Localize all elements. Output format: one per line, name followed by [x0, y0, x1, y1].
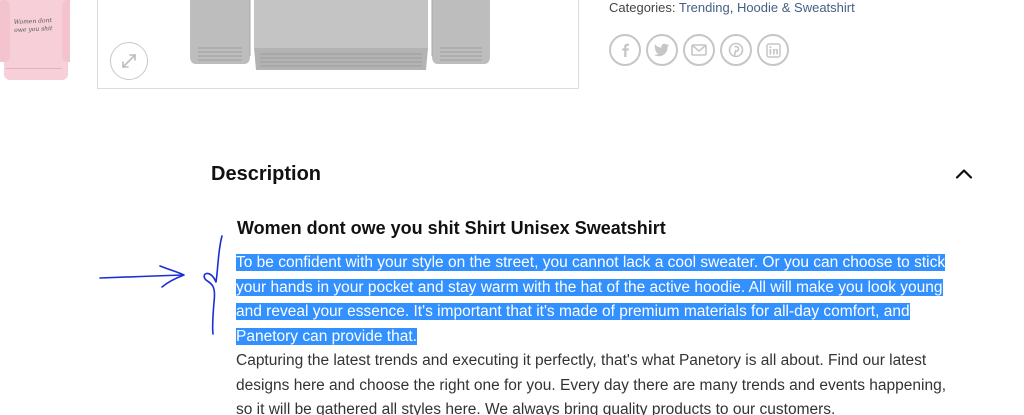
hand-drawn-annotation	[99, 235, 223, 335]
description-tab-title[interactable]: Description	[211, 163, 321, 186]
arrow-head	[159, 265, 185, 288]
description-toggle[interactable]	[952, 163, 976, 183]
categories-label: Categories:	[609, 0, 676, 15]
zoom-button[interactable]	[110, 42, 148, 80]
category-link-trending[interactable]: Trending	[679, 0, 730, 15]
share-email-button[interactable]	[683, 34, 715, 66]
chevron-up-icon	[955, 168, 973, 179]
twitter-icon	[654, 43, 669, 57]
share-pinterest-button[interactable]	[720, 34, 752, 66]
category-link-hoodie-sweatshirt[interactable]: Hoodie & Sweatshirt	[737, 0, 855, 15]
product-thumbnail[interactable]: Women dont owe you shit	[0, 0, 70, 82]
email-icon	[691, 44, 707, 56]
product-categories: Categories: Trending, Hoodie & Sweatshir…	[609, 0, 855, 15]
product-gallery	[97, 0, 579, 89]
share-twitter-button[interactable]	[646, 34, 678, 66]
share-linkedin-button[interactable]	[757, 34, 789, 66]
bracket-curve	[203, 235, 223, 335]
thumbnail-print-text: Women dont owe you shit	[13, 17, 53, 35]
category-separator: ,	[729, 0, 737, 15]
linkedin-icon	[765, 42, 781, 58]
description-paragraph: Capturing the latest trends and executin…	[236, 352, 947, 415]
expand-icon	[122, 54, 136, 68]
grey-hoodie-image	[190, 0, 490, 70]
highlighted-paragraph: To be confident with your style on the s…	[236, 251, 946, 349]
selected-text: To be confident with your style on the s…	[236, 254, 946, 345]
social-share	[609, 34, 789, 66]
facebook-icon	[622, 43, 629, 57]
pinterest-icon	[728, 42, 744, 58]
arrow-line	[99, 274, 183, 279]
thumbnail-hem	[6, 68, 62, 76]
share-facebook-button[interactable]	[609, 34, 641, 66]
product-heading: Women dont owe you shit Shirt Unisex Swe…	[237, 218, 666, 238]
